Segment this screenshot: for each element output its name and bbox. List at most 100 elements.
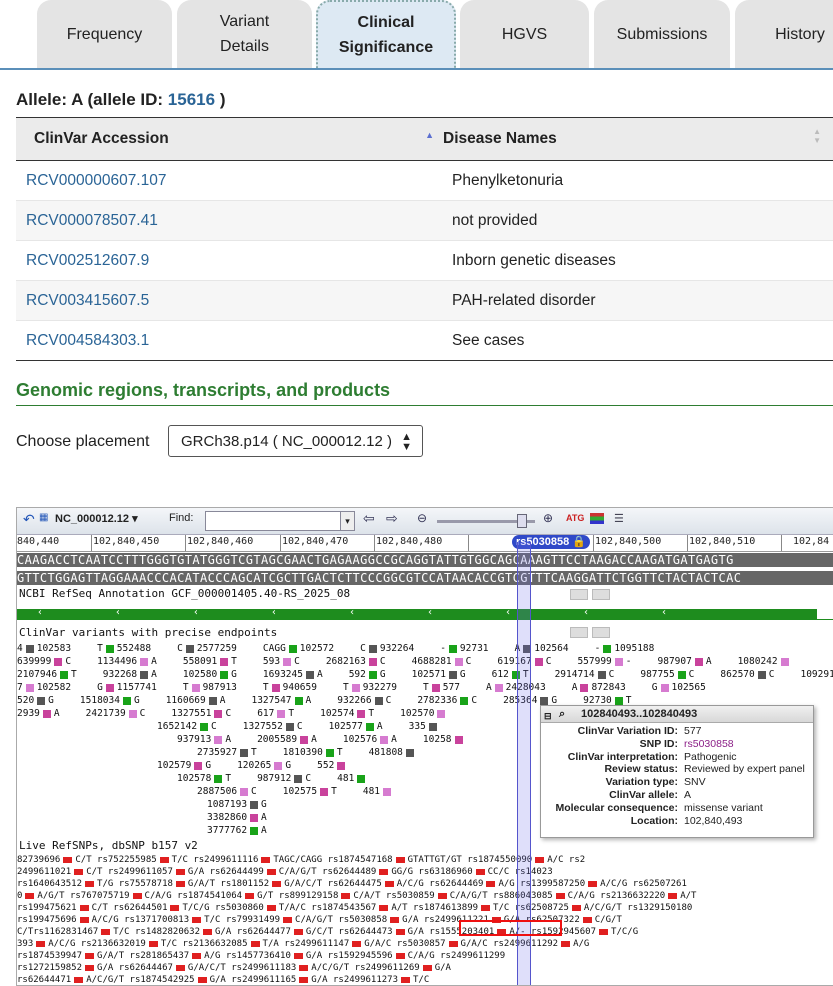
dbsnp-id[interactable]: rs2499611147 xyxy=(284,939,349,949)
track-nav[interactable] xyxy=(570,589,614,603)
dbsnp-id[interactable]: 82739696 xyxy=(17,855,60,865)
clinvar-variant[interactable]: A xyxy=(151,656,157,667)
dbsnp-id[interactable]: C/T xyxy=(17,927,33,937)
zoom-in-icon[interactable]: ⊕ xyxy=(543,511,553,525)
tab-hgvs[interactable]: HGVS xyxy=(460,0,589,68)
clinvar-variant[interactable]: A xyxy=(306,695,312,706)
clinvar-variant[interactable]: 1810390 xyxy=(283,747,323,758)
dbsnp-id[interactable]: rs5030860 xyxy=(215,903,264,913)
clinvar-variant[interactable]: C xyxy=(386,695,392,706)
tracks-icon[interactable] xyxy=(590,513,604,524)
clinvar-variant[interactable]: A xyxy=(311,734,317,745)
clinvar-variant[interactable]: C xyxy=(140,708,146,719)
clinvar-row[interactable]: 2735927 T 1810390 T 481808 xyxy=(197,747,417,758)
dbsnp-id[interactable]: rs1874541064 xyxy=(177,891,242,901)
clinvar-variant[interactable]: 2577259 xyxy=(197,643,237,654)
clinvar-variant[interactable]: 1160669 xyxy=(166,695,206,706)
clinvar-row[interactable]: 1652142 C 1327552 C 102577 A 335 xyxy=(157,721,440,732)
clinvar-variant[interactable]: 102582 xyxy=(37,682,71,693)
clinvar-variant[interactable]: G xyxy=(261,799,267,810)
clinvar-variant[interactable]: C xyxy=(251,786,257,797)
clinvar-variant[interactable]: G xyxy=(48,695,54,706)
clinvar-variant[interactable]: A xyxy=(486,682,492,693)
find-input[interactable] xyxy=(205,511,355,531)
clinvar-variant[interactable]: 102565 xyxy=(672,682,706,693)
clinvar-variant[interactable]: 1080242 xyxy=(738,656,778,667)
clinvar-variant[interactable]: C xyxy=(471,695,477,706)
clinvar-variant[interactable]: C xyxy=(65,656,71,667)
dbsnp-id[interactable]: rs2 xyxy=(569,855,585,865)
clinvar-variant[interactable]: C xyxy=(297,721,303,732)
tab-variant-details[interactable]: Variant Details xyxy=(177,0,312,68)
clinvar-variant[interactable]: C xyxy=(360,643,366,654)
sort-icon[interactable]: ▲ ▼ xyxy=(813,127,821,145)
accession-link[interactable]: RCV004584303.1 xyxy=(26,332,149,349)
dbsnp-row[interactable]: 2499611021 C/T rs2499611057 G/A rs62644499… xyxy=(17,867,553,877)
clinvar-variant[interactable]: G xyxy=(380,669,386,680)
clinvar-variant[interactable]: 481808 xyxy=(369,747,403,758)
pan-right-icon[interactable]: ⇨ xyxy=(386,510,398,527)
clinvar-variant[interactable]: 481 xyxy=(363,786,380,797)
clinvar-variant[interactable]: C xyxy=(225,708,231,719)
dbsnp-id[interactable]: rs2499611183 xyxy=(231,963,296,973)
clinvar-row[interactable]: 639999 C 1134496 A 558091 T 593 C 2682163 C 468828… xyxy=(17,656,792,667)
dbsnp-id[interactable]: rs2499611116 xyxy=(193,855,258,865)
clinvar-variant[interactable]: 1327551 xyxy=(171,708,211,719)
clinvar-variant[interactable]: A xyxy=(225,734,231,745)
clinvar-variant[interactable]: 2735927 xyxy=(197,747,237,758)
clinvar-variant[interactable]: G xyxy=(285,760,291,771)
clinvar-variant[interactable]: A xyxy=(220,695,226,706)
sequence-tools-icon[interactable]: ATG xyxy=(566,513,584,523)
clinvar-variant[interactable]: 1518034 xyxy=(80,695,120,706)
clinvar-row[interactable]: 4 102583 T 552488 C 2577259 CAGG 102572 C 932264 -… xyxy=(17,643,680,654)
clinvar-variant[interactable]: T xyxy=(263,682,269,693)
clinvar-variant[interactable]: G xyxy=(231,669,237,680)
dbsnp-id[interactable]: rs1874539947 xyxy=(17,951,82,961)
clinvar-variant[interactable]: T xyxy=(337,747,343,758)
clinvar-variant[interactable]: 102571 xyxy=(412,669,446,680)
clinvar-variant[interactable]: A xyxy=(391,734,397,745)
clinvar-variant[interactable]: - xyxy=(626,656,632,667)
clinvar-variant[interactable]: 2939 xyxy=(17,708,40,719)
dbsnp-id[interactable]: rs1329150180 xyxy=(627,903,692,913)
accession-link[interactable]: RCV003415607.5 xyxy=(26,292,149,309)
sequence-viewer[interactable]: ↶ ▦ NC_000012.12 ▾ Find: ▾ ⇦ ⇨ ⊖ ⊕ ATG ☰… xyxy=(16,507,833,986)
dbsnp-id[interactable]: rs281865437 xyxy=(130,951,190,961)
clinvar-variant[interactable]: 3382860 xyxy=(207,812,247,823)
clinvar-variant[interactable]: 872843 xyxy=(591,682,625,693)
clinvar-variant[interactable]: 1157741 xyxy=(117,682,157,693)
dbsnp-id[interactable]: rs62644475 xyxy=(328,879,382,889)
clinvar-variant[interactable]: T xyxy=(343,682,349,693)
dbsnp-id[interactable]: 2499611021 xyxy=(17,867,71,877)
clinvar-variant[interactable]: 1095188 xyxy=(614,643,654,654)
clinvar-variant[interactable]: 987755 xyxy=(640,669,674,680)
clinvar-variant[interactable]: G xyxy=(97,682,103,693)
dbsnp-id[interactable]: rs2499611057 xyxy=(108,867,173,877)
clinvar-variant[interactable]: 2421739 xyxy=(86,708,126,719)
clinvar-variant[interactable]: A xyxy=(54,708,60,719)
clinvar-variant[interactable]: 120265 xyxy=(237,760,271,771)
dbsnp-id[interactable]: rs62644469 xyxy=(429,879,483,889)
clinvar-row[interactable]: 2107946 T 932268 A 102580 G 1693245 A 592 G 102571… xyxy=(17,669,833,680)
track-nav[interactable] xyxy=(570,627,614,641)
dbsnp-id[interactable]: rs1272159852 xyxy=(17,963,82,973)
dbsnp-id[interactable]: rs75578718 xyxy=(119,879,173,889)
clinvar-variant[interactable]: 7 xyxy=(17,682,23,693)
dbsnp-id[interactable]: rs1482820632 xyxy=(135,927,200,937)
dbsnp-id[interactable]: rs2136632220 xyxy=(600,891,665,901)
dbsnp-id[interactable]: rs62644467 xyxy=(119,963,173,973)
dbsnp-row[interactable]: rs1874539947 G/A/T rs281865437 A/G rs14577… xyxy=(17,951,505,961)
clinvar-row[interactable]: 7 102582 G 1157741 T 987913 T 940659 T 932279 T 577… xyxy=(17,682,732,693)
pin-icon[interactable]: ⊟ xyxy=(544,708,552,724)
dbsnp-id[interactable]: rs1162831467 xyxy=(33,927,98,937)
dbsnp-row[interactable]: 0 A/G/T rs767075719 C/A/G rs1874541064 G/T … xyxy=(17,891,696,901)
clinvar-variant[interactable]: 1693245 xyxy=(263,669,303,680)
clinvar-variant[interactable]: 862570 xyxy=(720,669,754,680)
clinvar-variant[interactable]: 2005589 xyxy=(257,734,297,745)
clinvar-variant[interactable]: 1092911 xyxy=(800,669,833,680)
clinvar-variant[interactable]: 1652142 xyxy=(157,721,197,732)
clinvar-variant[interactable]: A xyxy=(377,721,383,732)
clinvar-variant[interactable]: 102580 xyxy=(183,669,217,680)
clinvar-variant[interactable]: C xyxy=(769,669,775,680)
clinvar-row[interactable]: 102579 G 120265 G 552 xyxy=(157,760,348,771)
